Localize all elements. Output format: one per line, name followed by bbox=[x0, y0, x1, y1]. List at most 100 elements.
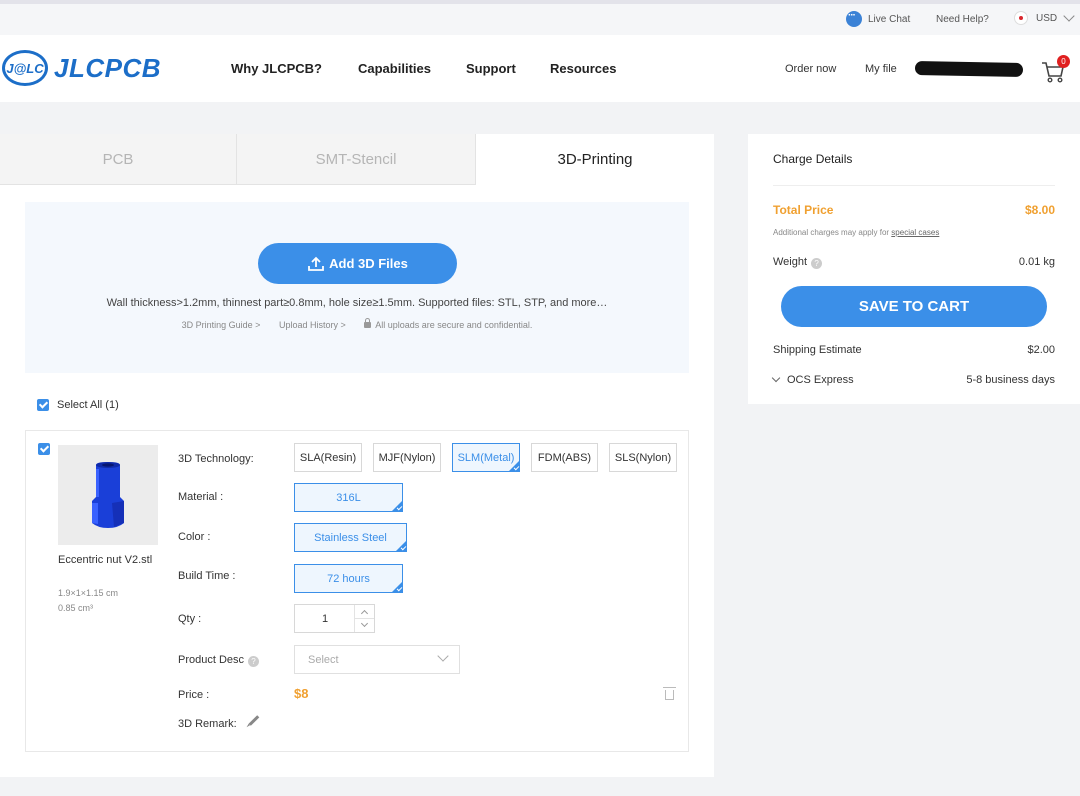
delivery-time: 5-8 business days bbox=[966, 374, 1055, 386]
nav-support[interactable]: Support bbox=[466, 61, 516, 76]
tab-smt-stencil[interactable]: SMT-Stencil bbox=[237, 134, 476, 185]
redacted-user-name[interactable] bbox=[914, 61, 1024, 77]
tech-option-sla[interactable]: SLA(Resin) bbox=[294, 443, 362, 472]
shipping-value: $2.00 bbox=[1027, 344, 1055, 356]
help-icon[interactable]: ? bbox=[811, 258, 823, 269]
model-preview-image bbox=[92, 462, 124, 528]
utility-bar: Live Chat Need Help? USD bbox=[0, 4, 1080, 35]
quantity-arrows bbox=[354, 605, 374, 632]
weight-value: 0.01 kg bbox=[1018, 256, 1055, 268]
color-value: Stainless Steel bbox=[314, 531, 387, 544]
divider bbox=[773, 185, 1055, 186]
item-price: $8 bbox=[294, 686, 309, 701]
select-all[interactable]: Select All (1) bbox=[37, 399, 119, 411]
cart-count-badge: 0 bbox=[1057, 55, 1070, 68]
live-chat-label: Live Chat bbox=[868, 13, 911, 25]
build-time-option-72h[interactable]: 72 hours bbox=[294, 564, 403, 593]
selected-check-icon bbox=[396, 541, 406, 551]
quantity-stepper[interactable]: 1 bbox=[294, 604, 375, 633]
nav-resources[interactable]: Resources bbox=[550, 61, 616, 76]
tech-option-sls[interactable]: SLS(Nylon) bbox=[609, 443, 677, 472]
product-tabs: PCB SMT-Stencil 3D-Printing bbox=[0, 134, 714, 185]
material-value: 316L bbox=[336, 491, 361, 504]
chevron-down-icon bbox=[771, 373, 781, 383]
trash-icon[interactable] bbox=[663, 687, 676, 700]
product-desc-placeholder: Select bbox=[308, 653, 339, 666]
flag-icon bbox=[1014, 11, 1028, 25]
logo-text: JLCPCB bbox=[54, 52, 162, 83]
upload-history-link[interactable]: Upload History > bbox=[279, 320, 346, 330]
color-option-stainless-steel[interactable]: Stainless Steel bbox=[294, 523, 407, 552]
build-time-label: Build Time : bbox=[178, 570, 236, 582]
tech-option-fdm[interactable]: FDM(ABS) bbox=[531, 443, 598, 472]
nav-capabilities[interactable]: Capabilities bbox=[358, 61, 431, 76]
add-3d-files-button[interactable]: Add 3D Files bbox=[258, 243, 457, 284]
file-item: Eccentric nut V2.stl 1.9×1×1.15 cm 0.85 … bbox=[25, 430, 689, 752]
tech-option-slm[interactable]: SLM(Metal) bbox=[452, 443, 520, 472]
upload-requirements: Wall thickness>1.2mm, thinnest part≥0.8m… bbox=[106, 297, 608, 309]
selected-check-icon bbox=[392, 582, 402, 592]
secure-note-text: All uploads are secure and confidential. bbox=[375, 320, 533, 330]
model-thumbnail bbox=[58, 445, 158, 545]
item-checkbox[interactable] bbox=[38, 443, 50, 455]
secure-note: All uploads are secure and confidential. bbox=[364, 318, 533, 330]
currency-selector[interactable]: USD bbox=[1014, 10, 1075, 25]
upload-area[interactable]: Add 3D Files Wall thickness>1.2mm, thinn… bbox=[25, 202, 689, 373]
tab-pcb[interactable]: PCB bbox=[0, 134, 237, 185]
order-panel: PCB SMT-Stencil 3D-Printing Add 3D Files… bbox=[0, 134, 714, 777]
site-header: J@LC JLCPCB Why JLCPCB? Capabilities Sup… bbox=[0, 35, 1080, 102]
chat-icon bbox=[846, 10, 862, 27]
nav-why-jlcpcb[interactable]: Why JLCPCB? bbox=[231, 61, 322, 76]
tech-option-slm-label: SLM(Metal) bbox=[457, 451, 515, 464]
shipping-row: Shipping Estimate $2.00 bbox=[773, 344, 1055, 356]
weight-label: Weight bbox=[773, 256, 808, 268]
select-all-checkbox[interactable] bbox=[37, 399, 49, 411]
carrier-row[interactable]: OCS Express 5-8 business days bbox=[771, 373, 1055, 386]
lock-icon bbox=[364, 318, 372, 328]
tech-option-mjf[interactable]: MJF(Nylon) bbox=[373, 443, 441, 472]
charge-details-title: Charge Details bbox=[773, 152, 853, 166]
additional-charges-note: Additional charges may apply for special… bbox=[773, 228, 939, 237]
price-label: Price : bbox=[178, 689, 210, 701]
file-name: Eccentric nut V2.stl bbox=[58, 554, 153, 566]
order-now-link[interactable]: Order now bbox=[785, 63, 836, 75]
color-label: Color : bbox=[178, 531, 211, 543]
charge-details-panel: Charge Details Total Price $8.00 Additio… bbox=[748, 134, 1080, 404]
remark-label: 3D Remark: bbox=[178, 718, 237, 730]
currency-label: USD bbox=[1036, 12, 1058, 24]
product-desc-label-text: Product Desc bbox=[178, 654, 245, 666]
cart-button[interactable]: 0 bbox=[1040, 55, 1070, 85]
special-cases-link[interactable]: special cases bbox=[891, 228, 939, 237]
quantity-value[interactable]: 1 bbox=[295, 613, 355, 625]
total-price-row: Total Price $8.00 bbox=[773, 203, 1055, 217]
add-3d-files-label: Add 3D Files bbox=[329, 256, 408, 271]
total-price-label: Total Price bbox=[773, 203, 834, 217]
pencil-icon[interactable] bbox=[248, 715, 260, 726]
save-to-cart-button[interactable]: SAVE TO CART bbox=[781, 286, 1047, 327]
product-desc-select[interactable]: Select bbox=[294, 645, 460, 674]
select-all-label: Select All (1) bbox=[57, 399, 119, 411]
need-help-link[interactable]: Need Help? bbox=[936, 14, 989, 25]
help-icon[interactable]: ? bbox=[248, 656, 260, 667]
logo[interactable]: J@LC JLCPCB bbox=[0, 50, 161, 86]
total-price-value: $8.00 bbox=[1024, 203, 1055, 217]
product-desc-label: Product Desc? bbox=[178, 654, 260, 667]
technology-label: 3D Technology: bbox=[178, 453, 254, 465]
live-chat-link[interactable]: Live Chat bbox=[846, 10, 911, 27]
quantity-decrement-icon[interactable] bbox=[355, 618, 374, 631]
note-text: Additional charges may apply for bbox=[773, 228, 890, 237]
upload-links: 3D Printing Guide > Upload History > All… bbox=[25, 318, 689, 330]
shipping-label: Shipping Estimate bbox=[773, 344, 862, 356]
my-file-link[interactable]: My file bbox=[865, 63, 897, 75]
material-option-316l[interactable]: 316L bbox=[294, 483, 403, 512]
upload-icon bbox=[308, 256, 325, 271]
printing-guide-link[interactable]: 3D Printing Guide > bbox=[182, 320, 261, 330]
weight-row: Weight? 0.01 kg bbox=[773, 256, 1055, 269]
material-label: Material : bbox=[178, 491, 224, 503]
build-time-value: 72 hours bbox=[327, 572, 370, 585]
selected-check-icon bbox=[392, 501, 402, 511]
quantity-increment-icon[interactable] bbox=[355, 605, 374, 618]
selected-check-icon bbox=[509, 461, 519, 471]
tab-3d-printing[interactable]: 3D-Printing bbox=[476, 134, 714, 185]
file-volume: 0.85 cm³ bbox=[58, 603, 94, 613]
